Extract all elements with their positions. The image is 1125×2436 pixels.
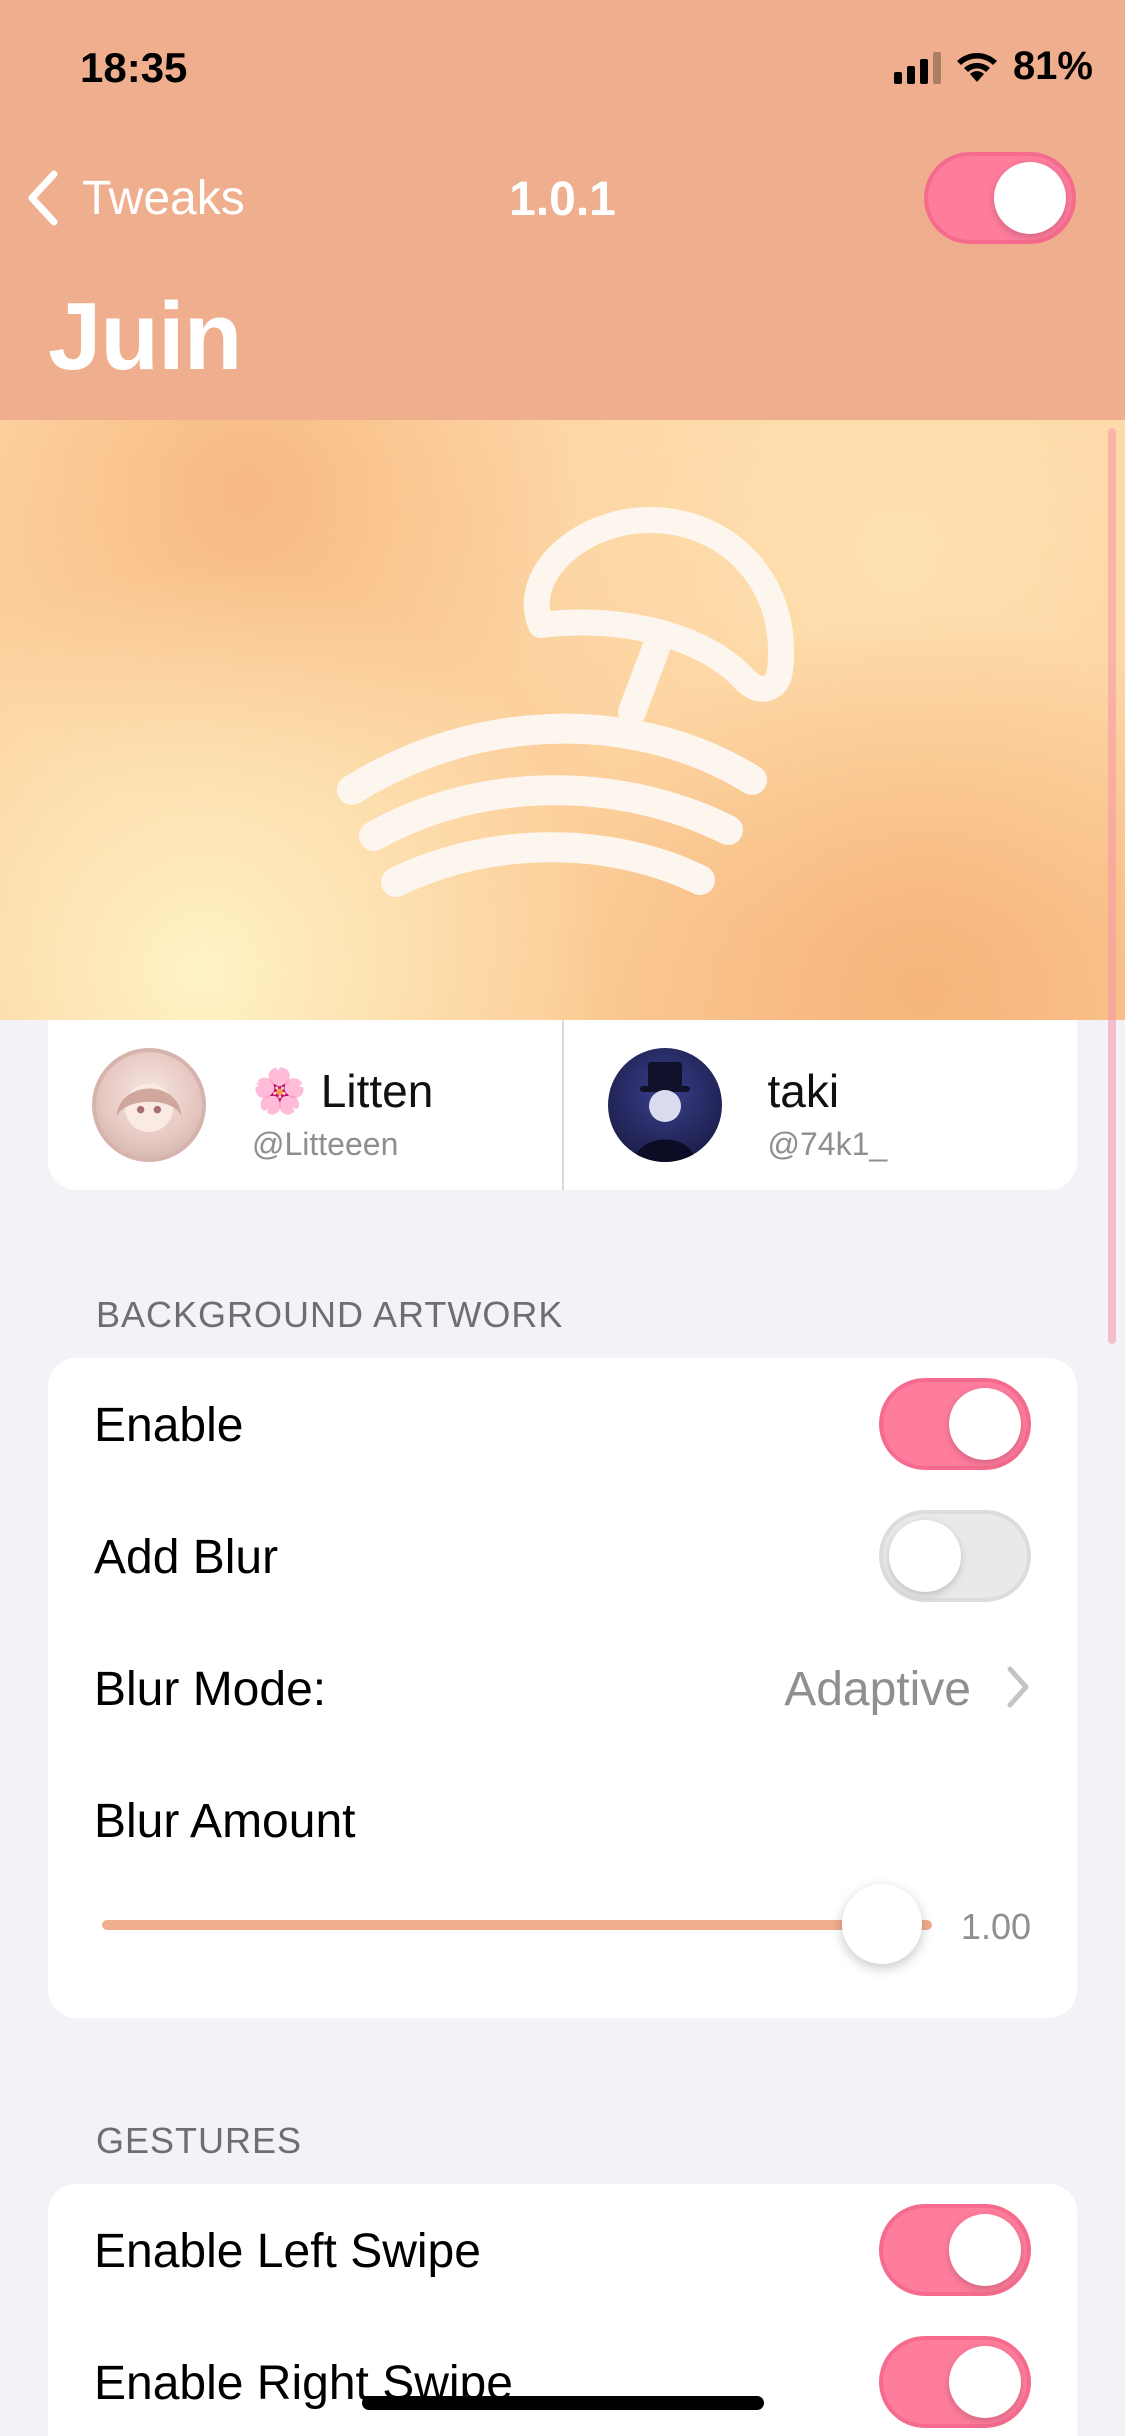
section-header-gestures: GESTURES <box>96 2120 303 2161</box>
cherry-blossom-icon: 🌸 <box>252 1067 307 1116</box>
add-blur-toggle[interactable] <box>879 1510 1031 1602</box>
row-blur-mode[interactable]: Blur Mode: Adaptive <box>48 1622 1077 1754</box>
row-label: Blur Mode: <box>94 1663 327 1716</box>
chevron-right-icon <box>1007 1666 1029 1708</box>
row-label: Enable <box>94 1399 244 1452</box>
tweak-banner <box>0 420 1125 1020</box>
status-time: 18:35 <box>80 44 188 91</box>
blur-mode-value: Adaptive <box>784 1663 971 1716</box>
row-label: Enable Left Swipe <box>94 2225 481 2278</box>
status-indicators: 81% <box>893 44 1093 89</box>
credit-taki[interactable]: taki @74k1_ <box>561 1020 1078 1190</box>
row-right-swipe: Enable Right Swipe <box>48 2316 1077 2436</box>
tweak-settings-screen: 18:35 81% Tweaks 1.0.1 Juin 🌸 Litten @Li… <box>0 0 1125 2436</box>
credit-name-text: Litten <box>320 1065 434 1117</box>
scroll-indicator[interactable] <box>1108 428 1116 1344</box>
credit-handle: @74k1_ <box>767 1126 888 1162</box>
row-enable: Enable <box>48 1358 1077 1490</box>
blur-amount-slider-thumb[interactable] <box>842 1884 922 1964</box>
enable-artwork-toggle[interactable] <box>879 1378 1031 1470</box>
credit-name: 🌸 Litten <box>252 1064 433 1118</box>
master-enable-toggle[interactable] <box>924 152 1076 244</box>
blur-amount-slider-track[interactable] <box>102 1920 932 1930</box>
toggle-knob <box>994 162 1066 234</box>
right-swipe-toggle[interactable] <box>879 2336 1031 2428</box>
avatar <box>607 1048 722 1162</box>
left-swipe-toggle[interactable] <box>879 2204 1031 2296</box>
section-header-background-artwork: BACKGROUND ARTWORK <box>96 1294 564 1335</box>
cellular-signal-icon <box>893 50 941 84</box>
row-left-swipe: Enable Left Swipe <box>48 2184 1077 2316</box>
battery-percentage: 81% <box>1012 44 1093 88</box>
avatar <box>92 1048 206 1162</box>
beach-umbrella-waves-icon <box>337 507 795 897</box>
navigation-header: 18:35 81% Tweaks 1.0.1 Juin <box>0 0 1125 420</box>
row-add-blur: Add Blur <box>48 1490 1077 1622</box>
toggle-knob <box>949 1388 1021 1460</box>
credit-litten[interactable]: 🌸 Litten @Litteeen <box>48 1020 562 1190</box>
credits-card: 🌸 Litten @Litteeen taki @74k1_ <box>48 1020 1077 1190</box>
credit-name-text: taki <box>767 1065 840 1117</box>
row-blur-amount: Blur Amount <box>48 1754 1077 1886</box>
blur-amount-value: 1.00 <box>960 1906 1031 1947</box>
credit-handle: @Litteeen <box>252 1126 399 1162</box>
wifi-icon <box>956 52 997 82</box>
toggle-knob <box>889 1520 961 1592</box>
row-label: Blur Amount <box>94 1795 356 1848</box>
toggle-knob <box>949 2214 1021 2286</box>
credit-name: taki <box>768 1064 840 1118</box>
toggle-knob <box>949 2346 1021 2418</box>
background-artwork-group: Enable Add Blur Blur Mode: Adaptive Blur… <box>48 1358 1077 2018</box>
row-label: Add Blur <box>94 1531 279 1584</box>
page-title: Juin <box>48 283 242 390</box>
home-indicator[interactable] <box>362 2396 764 2410</box>
